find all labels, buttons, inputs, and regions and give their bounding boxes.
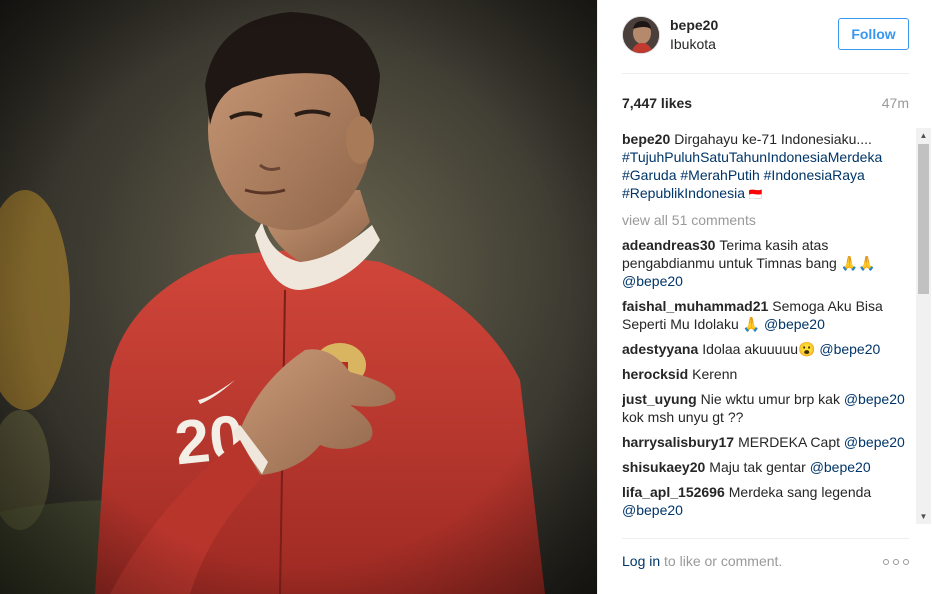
post-photo[interactable]: 20 (0, 0, 597, 594)
post-location[interactable]: Ibukota (670, 36, 716, 52)
photo-illustration: 20 (0, 0, 597, 594)
comment-text: Maju tak gentar (709, 459, 806, 475)
login-prompt-text: to like or comment. (660, 553, 783, 569)
comment-username[interactable]: just_uyung (622, 391, 697, 407)
comment-text: Nie wktu umur brp kak (700, 391, 840, 407)
list-item: adestyyana Idolaa akuuuuu😮 @bepe20 (622, 340, 912, 358)
avatar-image (623, 17, 659, 53)
comment-username[interactable]: faishal_muhammad21 (622, 298, 768, 314)
dot-icon (903, 559, 909, 565)
list-item: shisukaey20 Maju tak gentar @bepe20 (622, 458, 912, 476)
comment-text: Idolaa akuuuuu😮 (702, 341, 816, 357)
dot-icon (883, 559, 889, 565)
post-side-panel: bepe20 Ibukota Follow 7,447 likes 47m be… (597, 0, 932, 594)
avatar[interactable] (622, 16, 660, 54)
list-item: lifa_apl_152696 Merdeka sang legenda @bep… (622, 483, 912, 519)
comment-mention[interactable]: @bepe20 (844, 434, 905, 450)
comments-scrollbar[interactable]: ▲ ▼ (916, 128, 931, 524)
comment-mention[interactable]: @bepe20 (819, 341, 880, 357)
scroll-up-arrow-icon[interactable]: ▲ (916, 128, 931, 143)
post-author-username[interactable]: bepe20 (670, 17, 718, 33)
comment-username[interactable]: herocksid (622, 366, 688, 382)
list-item: harrysalisbury17 MERDEKA Capt @bepe20 (622, 433, 912, 451)
view-all-comments-link[interactable]: view all 51 comments (622, 211, 912, 229)
comment-mention[interactable]: @bepe20 (622, 273, 683, 289)
comment-mention[interactable]: @bepe20 (764, 316, 825, 332)
post-header: bepe20 Ibukota Follow (622, 16, 909, 74)
caption-username[interactable]: bepe20 (622, 131, 670, 147)
scroll-down-arrow-icon[interactable]: ▼ (916, 509, 931, 524)
comment-mention[interactable]: @bepe20 (844, 391, 905, 407)
follow-button[interactable]: Follow (838, 18, 909, 50)
likes-count[interactable]: 7,447 likes (622, 95, 692, 111)
list-item: faishal_muhammad21 Semoga Aku Bisa Sepert… (622, 297, 912, 333)
instagram-post-view: 20 bepe20 Ibukota (0, 0, 932, 594)
comment-text: Kerenn (692, 366, 738, 382)
list-item: adeandreas30 Terima kasih atas pengabdian… (622, 236, 912, 290)
scrollbar-thumb[interactable] (918, 144, 929, 294)
list-item: herocksid Kerenn (622, 365, 912, 383)
comment-text: MERDEKA Capt (738, 434, 841, 450)
comment-text-continued: kok msh unyu gt ?? (622, 409, 744, 425)
flag-icon: 🇮🇩 (748, 189, 763, 201)
dot-icon (893, 559, 899, 565)
list-item: just_uyung Nie wktu umur brp kak @bepe20 … (622, 390, 912, 426)
caption: bepe20 Dirgahayu ke-71 Indonesiaku.... #T… (622, 130, 912, 204)
comment-username[interactable]: adeandreas30 (622, 237, 715, 253)
login-prompt: Log in to like or comment. (622, 553, 782, 569)
comment-username[interactable]: lifa_apl_152696 (622, 484, 725, 500)
caption-text: Dirgahayu ke-71 Indonesiaku.... (674, 131, 872, 147)
comment-text: Merdeka sang legenda (728, 484, 872, 500)
post-footer: Log in to like or comment. (622, 538, 909, 582)
comment-username[interactable]: shisukaey20 (622, 459, 705, 475)
comment-mention[interactable]: @bepe20 (622, 502, 683, 518)
login-link[interactable]: Log in (622, 553, 660, 569)
comment-mention[interactable]: @bepe20 (810, 459, 871, 475)
comments-list[interactable]: bepe20 Dirgahayu ke-71 Indonesiaku.... #T… (622, 130, 912, 526)
post-timestamp[interactable]: 47m (882, 95, 909, 111)
post-stats: 7,447 likes 47m (622, 94, 909, 112)
comment-username[interactable]: adestyyana (622, 341, 698, 357)
more-options-icon[interactable] (883, 555, 909, 569)
comment-username[interactable]: harrysalisbury17 (622, 434, 734, 450)
